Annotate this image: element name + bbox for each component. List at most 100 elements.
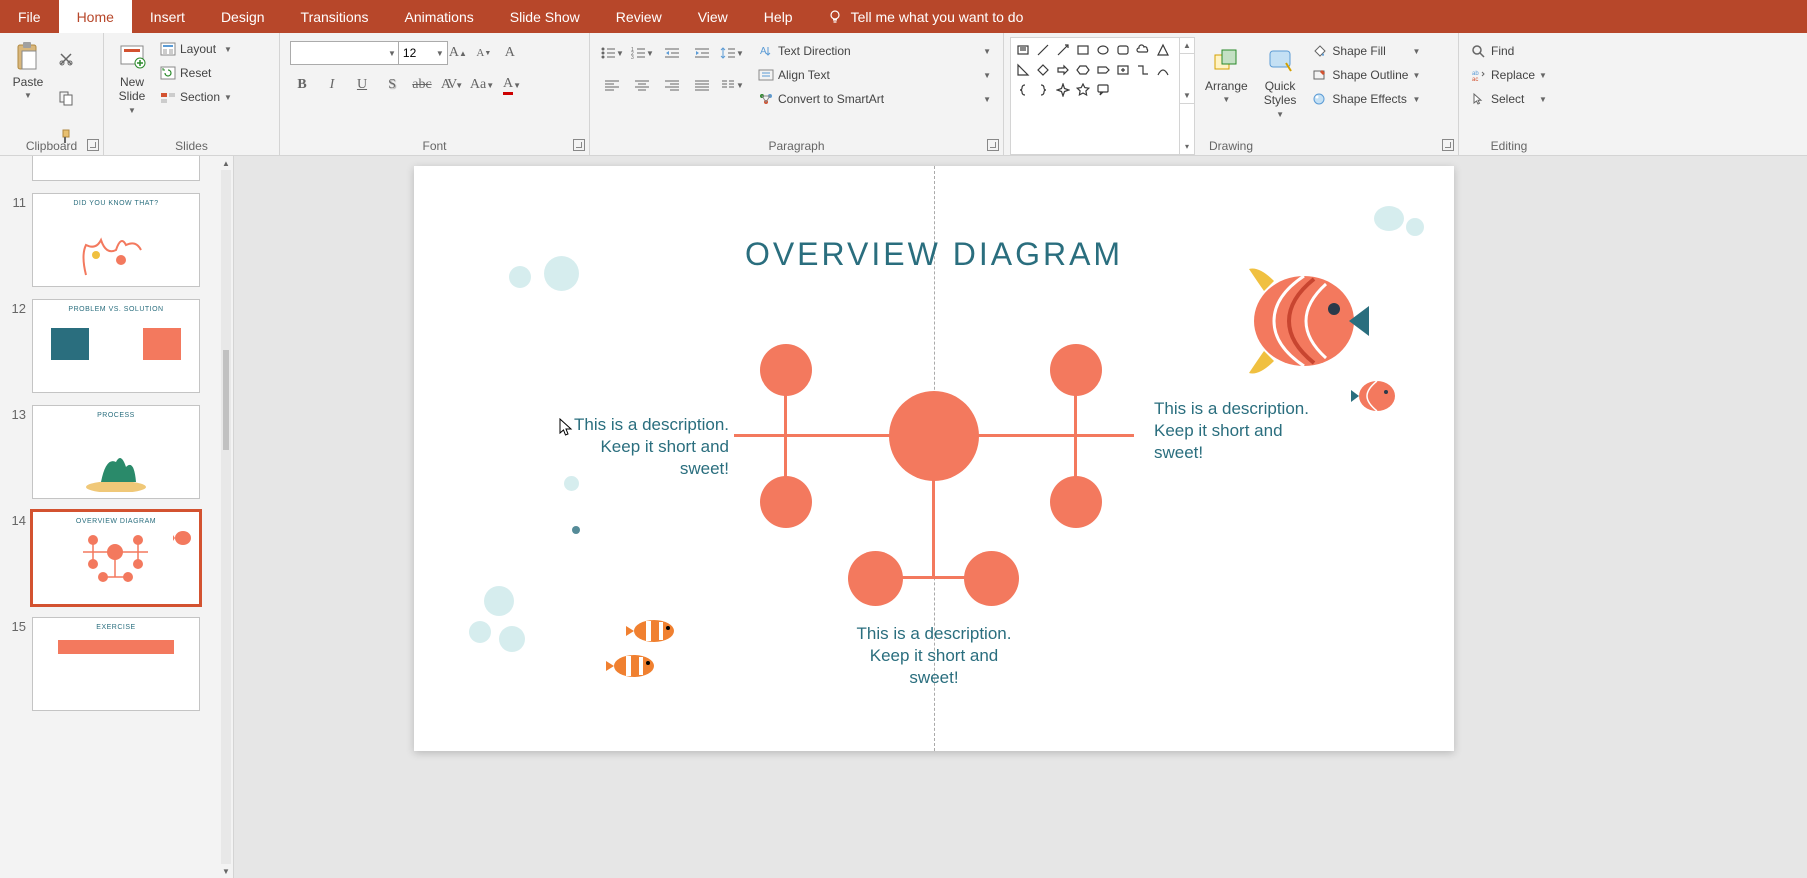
justify-button[interactable] (690, 73, 714, 97)
shape-action[interactable] (1113, 60, 1133, 80)
paragraph-dialog-launcher[interactable] (987, 139, 999, 151)
cut-button[interactable] (54, 47, 78, 71)
thumbnails-scrollbar[interactable]: ▲ ▼ (219, 156, 233, 878)
quick-styles-button[interactable]: Quick Styles ▼ (1258, 37, 1303, 155)
shape-line[interactable] (1033, 40, 1053, 60)
shape-fill-button[interactable]: Shape Fill ▼ (1310, 41, 1422, 61)
shape-star5[interactable] (1073, 80, 1093, 100)
layout-button[interactable]: Layout ▼ (158, 39, 234, 59)
diagram-description-left[interactable]: This is a description. Keep it short and… (559, 414, 729, 480)
tab-view[interactable]: View (680, 0, 746, 33)
char-spacing-button[interactable]: AV▼ (440, 73, 464, 97)
bullets-button[interactable]: ▼ (600, 41, 624, 65)
align-text-button[interactable]: Align Text ▼ (756, 65, 993, 85)
shape-textbox[interactable] (1013, 40, 1033, 60)
thumb-15[interactable]: 15 EXERCISE (0, 611, 219, 717)
gallery-down[interactable]: ▼ (1180, 88, 1194, 104)
italic-button[interactable]: I (320, 73, 344, 97)
diagram-node[interactable] (848, 551, 903, 606)
change-case-button[interactable]: Aa▼ (470, 73, 494, 97)
overview-diagram[interactable]: This is a description. Keep it short and… (414, 356, 1454, 706)
drawing-dialog-launcher[interactable] (1442, 139, 1454, 151)
find-button[interactable]: Find (1469, 41, 1549, 61)
scroll-down-button[interactable]: ▼ (219, 864, 233, 878)
smartart-button[interactable]: Convert to SmartArt ▼ (756, 89, 993, 109)
tab-slideshow[interactable]: Slide Show (492, 0, 598, 33)
shape-diamond[interactable] (1033, 60, 1053, 80)
align-center-button[interactable] (630, 73, 654, 97)
grow-font-button[interactable]: A▲ (446, 41, 470, 65)
clear-formatting-button[interactable]: A (498, 41, 522, 65)
shape-cloud[interactable] (1133, 40, 1153, 60)
shrink-font-button[interactable]: A▼ (472, 41, 496, 65)
numbering-button[interactable]: 123▼ (630, 41, 654, 65)
align-right-button[interactable] (660, 73, 684, 97)
line-spacing-button[interactable]: ▼ (720, 41, 744, 65)
slide-editor[interactable]: OVERVIEW DIAGRAM (414, 166, 1454, 751)
tab-insert[interactable]: Insert (132, 0, 203, 33)
reset-button[interactable]: Reset (158, 63, 234, 83)
tell-me-search[interactable]: Tell me what you want to do (811, 0, 1040, 33)
tab-design[interactable]: Design (203, 0, 283, 33)
bold-button[interactable]: B (290, 73, 314, 97)
gallery-up[interactable]: ▲ (1180, 38, 1194, 54)
shape-line-arrow[interactable] (1053, 40, 1073, 60)
shape-arrow-right[interactable] (1053, 60, 1073, 80)
columns-button[interactable]: ▼ (720, 73, 744, 97)
thumb-14[interactable]: 14 OVERVIEW DIAGRAM (0, 505, 219, 611)
shape-brace-right[interactable] (1033, 80, 1053, 100)
section-button[interactable]: Section ▼ (158, 87, 234, 107)
diagram-node[interactable] (760, 476, 812, 528)
text-direction-button[interactable]: AText Direction ▼ (756, 41, 993, 61)
diagram-description-bottom[interactable]: This is a description. Keep it short and… (824, 623, 1044, 689)
strikethrough-button[interactable]: abc (410, 73, 434, 97)
underline-button[interactable]: U (350, 73, 374, 97)
arrange-button[interactable]: Arrange ▼ (1199, 37, 1254, 155)
increase-indent-button[interactable] (690, 41, 714, 65)
font-size-select[interactable] (398, 41, 448, 65)
diagram-node[interactable] (1050, 476, 1102, 528)
thumb-11[interactable]: 11 DID YOU KNOW THAT? (0, 187, 219, 293)
shape-rect[interactable] (1073, 40, 1093, 60)
select-button[interactable]: Select ▼ (1469, 89, 1549, 109)
shape-rounded-rect[interactable] (1113, 40, 1133, 60)
tab-home[interactable]: Home (59, 0, 132, 33)
new-slide-button[interactable]: New Slide ▼ (110, 37, 154, 155)
scroll-thumb[interactable] (223, 350, 229, 450)
font-dialog-launcher[interactable] (573, 139, 585, 151)
shape-right-triangle[interactable] (1013, 60, 1033, 80)
thumb-13[interactable]: 13 PROCESS (0, 399, 219, 505)
clipboard-dialog-launcher[interactable] (87, 139, 99, 151)
font-color-button[interactable]: A ▼ (500, 73, 524, 97)
shape-effects-button[interactable]: Shape Effects ▼ (1310, 89, 1422, 109)
thumb-10[interactable] (0, 156, 219, 187)
diagram-node-center[interactable] (889, 391, 979, 481)
replace-button[interactable]: abacReplace ▼ (1469, 65, 1549, 85)
diagram-description-right[interactable]: This is a description. Keep it short and… (1154, 398, 1324, 464)
diagram-node[interactable] (760, 344, 812, 396)
decrease-indent-button[interactable] (660, 41, 684, 65)
thumb-12[interactable]: 12 PROBLEM VS. SOLUTION (0, 293, 219, 399)
shadow-button[interactable]: S (380, 73, 404, 97)
shapes-gallery[interactable] (1010, 37, 1180, 155)
paste-button[interactable]: Paste ▼ (6, 37, 50, 155)
scroll-up-button[interactable]: ▲ (219, 156, 233, 170)
shape-pentagon[interactable] (1093, 60, 1113, 80)
diagram-node[interactable] (1050, 344, 1102, 396)
shape-curve[interactable] (1153, 60, 1173, 80)
shape-outline-button[interactable]: Shape Outline ▼ (1310, 65, 1422, 85)
tab-animations[interactable]: Animations (386, 0, 491, 33)
tab-file[interactable]: File (0, 0, 59, 33)
shape-connector[interactable] (1133, 60, 1153, 80)
diagram-node[interactable] (964, 551, 1019, 606)
scroll-track[interactable] (221, 170, 231, 864)
shape-oval[interactable] (1093, 40, 1113, 60)
shape-star4[interactable] (1053, 80, 1073, 100)
copy-button[interactable] (54, 86, 78, 110)
tab-transitions[interactable]: Transitions (283, 0, 387, 33)
shape-brace-left[interactable] (1013, 80, 1033, 100)
slide-canvas-area[interactable]: OVERVIEW DIAGRAM (234, 156, 1807, 878)
shape-hexagon[interactable] (1073, 60, 1093, 80)
tab-help[interactable]: Help (746, 0, 811, 33)
shape-triangle[interactable] (1153, 40, 1173, 60)
